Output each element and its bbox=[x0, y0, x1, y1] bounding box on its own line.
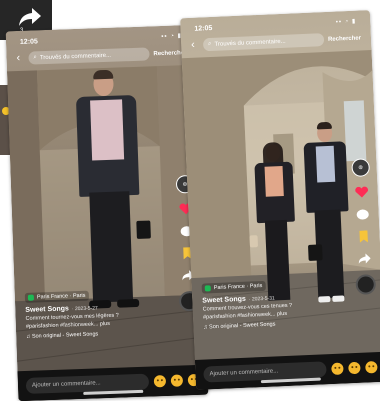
video-frame[interactable] bbox=[179, 10, 380, 390]
bookmark-icon[interactable] bbox=[356, 230, 371, 243]
emoji-icon[interactable] bbox=[365, 361, 378, 374]
location-tag[interactable]: Paris France · Paris bbox=[24, 290, 89, 303]
status-time: 12:05 bbox=[194, 24, 213, 33]
status-time: 12:05 bbox=[19, 38, 39, 46]
search-input[interactable]: ⌕ Trouvés du commentaire... bbox=[28, 47, 150, 65]
phone-screenshot-2: 12:05 ▪▪ ◔ ▮ ‹ ⌕ Trouvés du commentaire.… bbox=[179, 10, 380, 390]
emoji-icon[interactable] bbox=[331, 362, 344, 376]
location-label: Paris France · Paris bbox=[213, 282, 263, 292]
location-tag[interactable]: Paris France · Paris bbox=[201, 280, 266, 294]
search-placeholder: Trouvés du commentaire... bbox=[39, 52, 112, 61]
music-disc-icon[interactable] bbox=[355, 274, 377, 295]
phone-screenshot-1: 12:05 ▪▪ ◔ ▮ ‹ ⌕ Trouvés du commentaire.… bbox=[5, 24, 209, 401]
location-icon bbox=[27, 294, 35, 301]
post-date: · 2023-5-27 bbox=[71, 305, 98, 313]
share-icon[interactable] bbox=[357, 252, 372, 265]
video-caption: Paris France · Paris Sweet Songs · 2023-5… bbox=[24, 288, 177, 341]
back-arrow-icon[interactable]: ‹ bbox=[191, 38, 200, 53]
comment-bar: Ajouter un commentaire... bbox=[17, 364, 209, 401]
location-label: Paris France · Paris bbox=[36, 292, 86, 301]
emoji-icon[interactable] bbox=[170, 374, 184, 387]
location-icon bbox=[204, 285, 211, 292]
heart-icon[interactable] bbox=[354, 186, 369, 199]
back-arrow-icon[interactable]: ‹ bbox=[16, 51, 25, 66]
post-date: · 2023-5-31 bbox=[248, 295, 275, 303]
emoji-icon[interactable] bbox=[153, 375, 167, 388]
comment-icon[interactable] bbox=[355, 208, 370, 221]
search-button[interactable]: Rechercher bbox=[328, 35, 361, 42]
emoji-icon[interactable] bbox=[348, 361, 361, 375]
video-caption: Paris France · Paris Sweet Songs · 2023-5… bbox=[201, 277, 354, 331]
search-icon: ⌕ bbox=[207, 40, 212, 48]
share-arrow-icon[interactable] bbox=[18, 6, 42, 28]
search-icon: ⌕ bbox=[33, 54, 38, 61]
status-icons: ▪▪ ◔ ▮ bbox=[161, 33, 182, 40]
avatar-icon[interactable]: ◍ bbox=[351, 158, 371, 177]
search-placeholder: Trouvés du commentaire... bbox=[214, 38, 286, 48]
status-icons: ▪▪ ◔ ▮ bbox=[335, 18, 357, 26]
